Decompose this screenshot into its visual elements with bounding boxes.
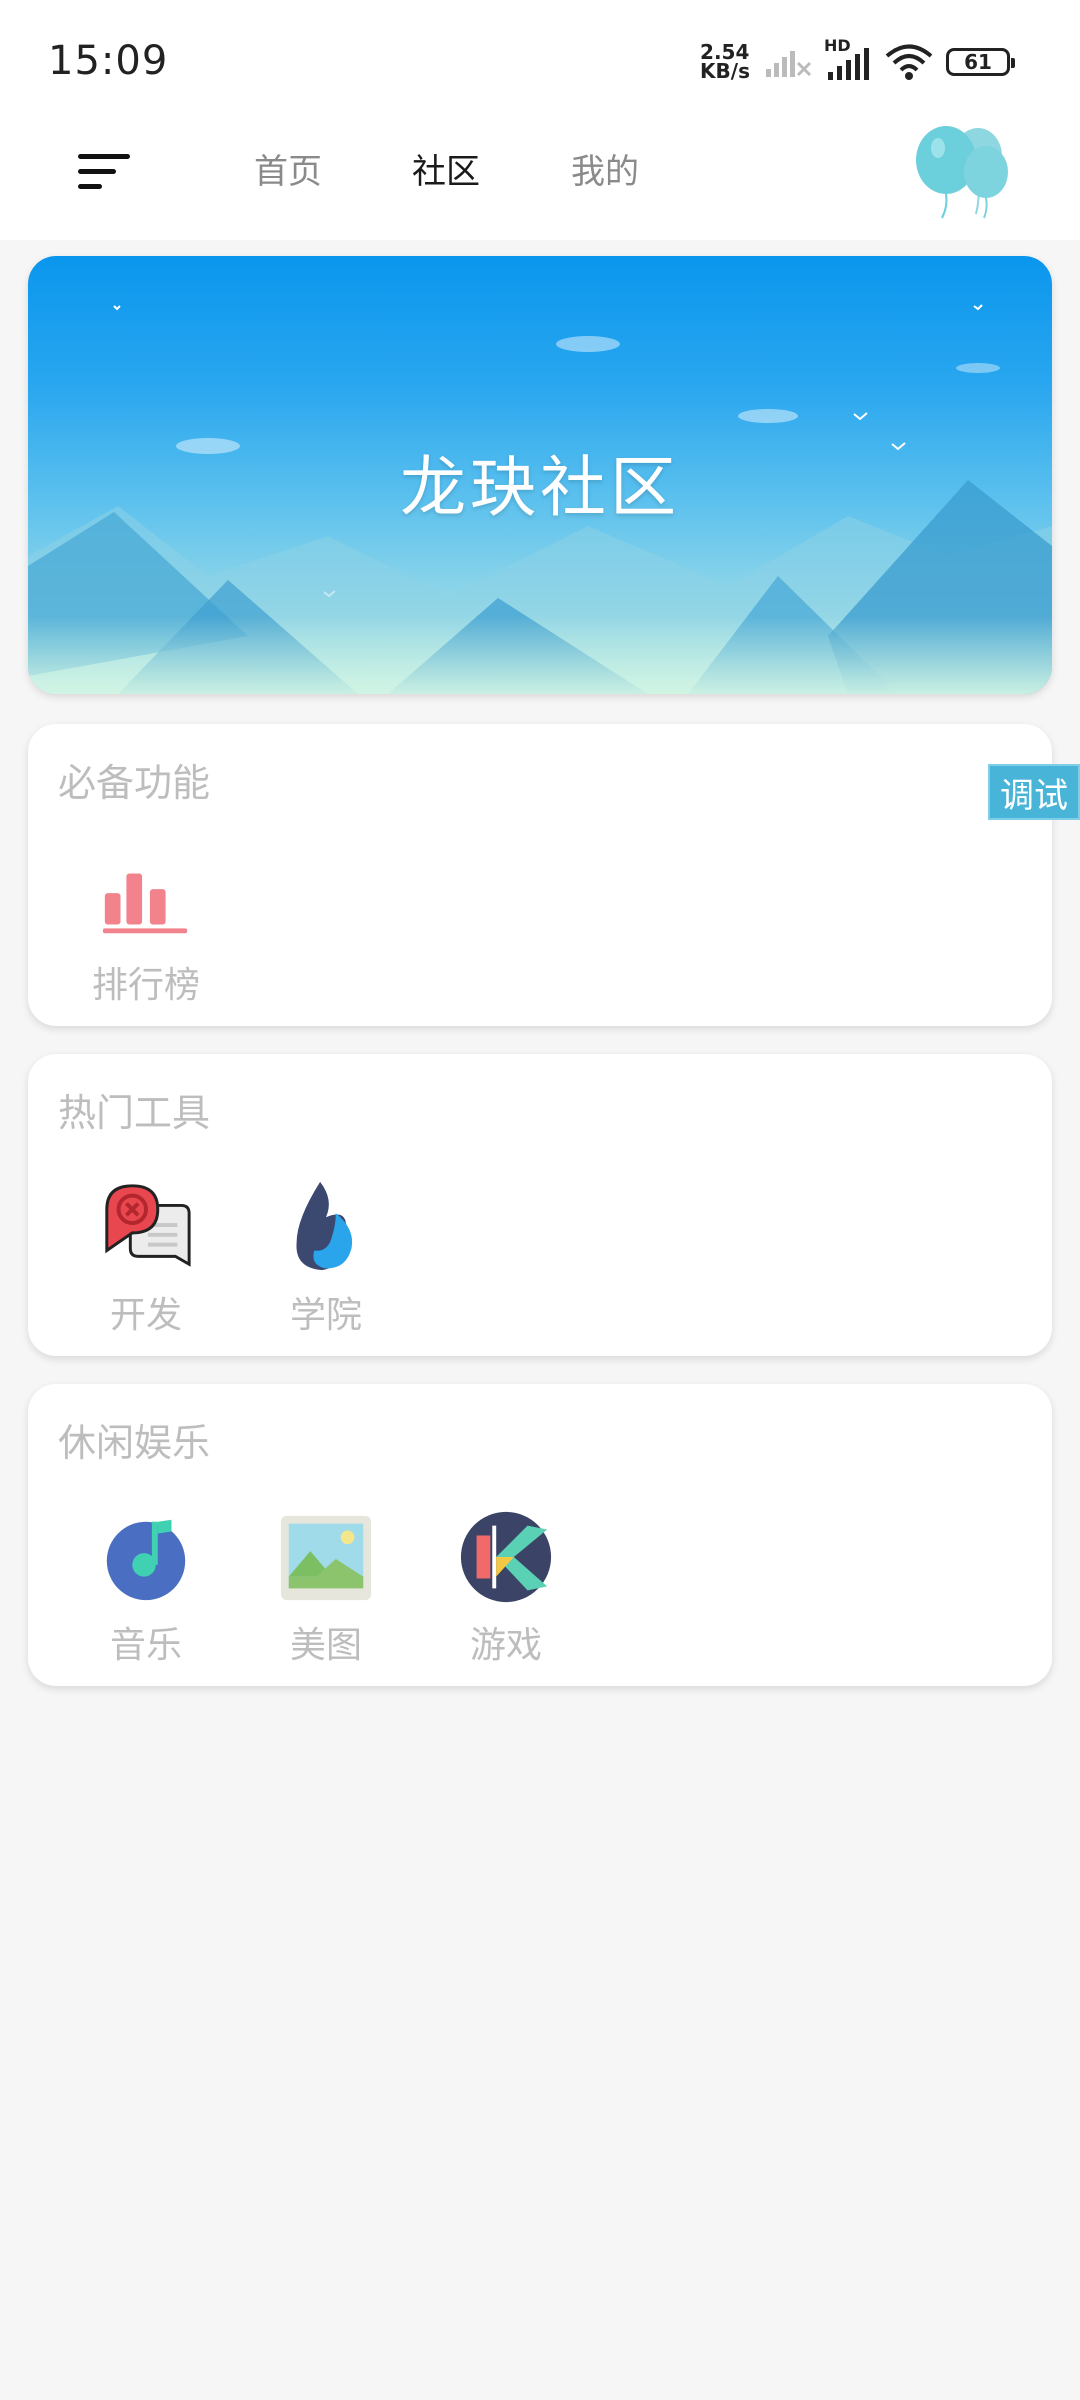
- network-speed: 2.54 KB/s: [700, 42, 750, 83]
- battery-level: 61: [964, 50, 992, 74]
- grid-label: 音乐: [109, 1625, 182, 1666]
- section-leisure: 休闲娱乐 音乐 美图 游戏: [28, 1384, 1052, 1686]
- flame-icon: [296, 1181, 353, 1271]
- tab-community[interactable]: 社区: [412, 144, 480, 193]
- grid-label: 美图: [289, 1625, 362, 1666]
- balloon-icon[interactable]: [908, 120, 1016, 220]
- grid-label: 游戏: [469, 1625, 542, 1666]
- grid-item-academy[interactable]: 学院: [256, 1178, 396, 1338]
- grid-label: 开发: [109, 1295, 182, 1336]
- banner-title: 龙玦社区: [400, 449, 680, 526]
- grid-label: 排行榜: [91, 965, 200, 1006]
- section-title: 休闲娱乐: [58, 1421, 211, 1465]
- section-essentials: 必备功能 排行榜: [28, 724, 1052, 1026]
- signal-icon: HD: [824, 36, 872, 82]
- tab-mine[interactable]: 我的: [571, 144, 639, 193]
- develop-icon: [105, 1184, 191, 1267]
- banner[interactable]: 龙玦社区: [28, 256, 1052, 694]
- signal-off-icon: [766, 51, 812, 77]
- status-bar: 15:09 2.54 KB/s HD 61: [0, 0, 1080, 120]
- ranking-icon: [102, 873, 188, 934]
- grid-item-music[interactable]: 音乐: [76, 1508, 216, 1668]
- grid-item-games[interactable]: 游戏: [436, 1508, 576, 1668]
- menu-icon[interactable]: [78, 150, 134, 194]
- status-time: 15:09: [48, 38, 169, 84]
- grid-label: 学院: [289, 1295, 362, 1336]
- network-speed-unit: KB/s: [700, 59, 750, 83]
- section-hot-tools: 热门工具 开发 学院: [28, 1054, 1052, 1356]
- grid-item-pictures[interactable]: 美图: [256, 1508, 396, 1668]
- section-title: 热门工具: [58, 1091, 211, 1135]
- music-icon: [106, 1519, 186, 1601]
- section-title: 必备功能: [58, 761, 211, 805]
- picture-icon: [280, 1515, 372, 1601]
- game-icon: [460, 1511, 552, 1603]
- battery-icon: 61: [946, 48, 1015, 76]
- status-icons: 2.54 KB/s HD 61: [700, 36, 1015, 83]
- grid-item-ranking[interactable]: 排行榜: [76, 848, 216, 1008]
- grid-item-develop[interactable]: 开发: [76, 1178, 216, 1338]
- debug-button[interactable]: 调试: [988, 764, 1080, 820]
- wifi-icon: [885, 44, 933, 80]
- top-nav: 首页 社区 我的: [0, 120, 1080, 240]
- tab-home[interactable]: 首页: [254, 144, 322, 193]
